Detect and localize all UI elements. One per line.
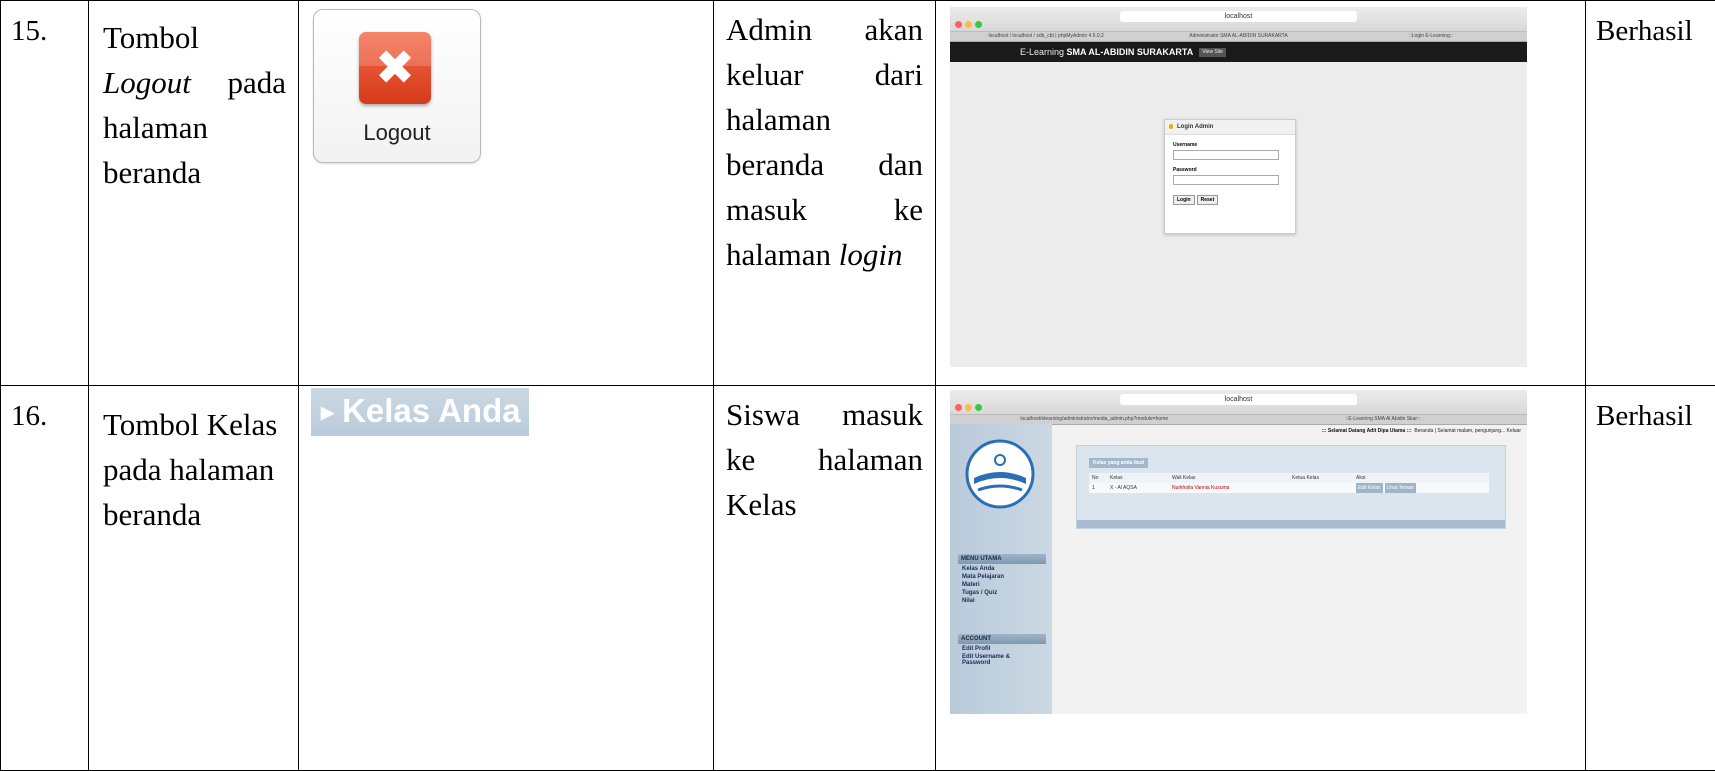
school-logo-icon bbox=[965, 439, 1035, 509]
login-title: Login Admin bbox=[1165, 120, 1295, 135]
menu-account: ACCOUNT Edit Profil Edit Username & Pass… bbox=[958, 634, 1046, 666]
triangle-right-icon: ▶ bbox=[321, 403, 335, 423]
reset-button: Reset bbox=[1196, 195, 1219, 205]
widget-cell: ✖ Logout bbox=[298, 0, 714, 386]
item-line: beranda bbox=[103, 155, 202, 190]
row-number: 16. bbox=[0, 385, 89, 771]
desc-line: ke halaman bbox=[726, 442, 923, 477]
table-row: 15. Tombol Logout pada halaman beranda ✖… bbox=[0, 0, 1715, 386]
desc-line: beranda dan bbox=[726, 147, 923, 182]
desc-line: Admin akan bbox=[726, 12, 923, 47]
menu-utama: MENU UTAMA Kelas Anda Mata Pelajaran Mat… bbox=[958, 554, 1046, 604]
kelas-screenshot: localhost localhost/elearning/administra… bbox=[950, 390, 1527, 714]
result-cell: Berhasil bbox=[1585, 0, 1715, 386]
screenshot-cell: localhost localhost/elearning/administra… bbox=[935, 385, 1586, 771]
sidebar: MENU UTAMA Kelas Anda Mata Pelajaran Mat… bbox=[950, 424, 1052, 714]
login-screenshot: localhost localhost / localhost / sdb_cb… bbox=[950, 7, 1527, 367]
description-cell: Siswa masuk ke halaman Kelas bbox=[713, 385, 936, 771]
description-cell: Admin akan keluar dari halaman beranda d… bbox=[713, 0, 936, 386]
login-button: Login bbox=[1173, 195, 1195, 205]
browser-toolbar: localhost bbox=[950, 390, 1527, 415]
test-item-cell: Tombol Logout pada halaman beranda bbox=[88, 0, 299, 386]
browser-toolbar: localhost bbox=[950, 7, 1527, 32]
desc-line: Siswa masuk bbox=[726, 397, 923, 432]
kelas-panel: Kelas yang anda ikuti No Kelas Wali Kelas K… bbox=[1076, 445, 1506, 529]
browser-tabs: localhost / localhost / sdb_cbt | phpMyA… bbox=[950, 32, 1527, 42]
desc-line: masuk ke bbox=[726, 192, 923, 227]
item-line: halaman bbox=[103, 110, 209, 145]
desc-line: halaman login bbox=[726, 237, 903, 272]
widget-cell: ▶ Kelas Anda bbox=[298, 385, 714, 771]
welcome-bar: ::: Selamat Datang Adit Dipa Utama ::: B… bbox=[1321, 428, 1521, 434]
password-field bbox=[1173, 175, 1279, 185]
logout-button[interactable]: ✖ Logout bbox=[313, 9, 481, 163]
test-item-cell: Tombol Kelas pada halaman beranda bbox=[88, 385, 299, 771]
login-form: Login Admin Username Password Login Reset bbox=[1164, 119, 1296, 234]
desc-line: keluar dari bbox=[726, 57, 923, 92]
site-header: E-Learning SMA AL-ABIDIN SURAKARTA View S… bbox=[950, 42, 1527, 62]
result-cell: Berhasil bbox=[1585, 385, 1715, 771]
logout-label: Logout bbox=[363, 120, 431, 145]
address-bar: localhost bbox=[1120, 11, 1357, 22]
item-line: pada halaman bbox=[103, 452, 275, 487]
table-row: 16. Tombol Kelas pada halaman beranda ▶ K… bbox=[0, 385, 1715, 771]
close-icon: ✖ bbox=[359, 32, 431, 104]
kelas-anda-button[interactable]: ▶ Kelas Anda bbox=[311, 388, 529, 436]
item-line: Tombol Kelas bbox=[103, 407, 278, 442]
row-number: 15. bbox=[0, 0, 89, 386]
desc-line: halaman bbox=[726, 102, 832, 137]
item-line: beranda bbox=[103, 497, 202, 532]
address-bar: localhost bbox=[1120, 394, 1357, 405]
screenshot-cell: localhost localhost / localhost / sdb_cb… bbox=[935, 0, 1586, 386]
kelas-table: No Kelas Wali Kelas Ketua Kelas Aksi 1X - Al… bbox=[1089, 473, 1489, 493]
desc-line: Kelas bbox=[726, 487, 797, 522]
item-line: Tombol bbox=[103, 20, 199, 55]
item-line: Logout pada bbox=[103, 65, 286, 100]
test-table: 15. Tombol Logout pada halaman beranda ✖… bbox=[0, 0, 1715, 771]
username-field bbox=[1173, 150, 1279, 160]
